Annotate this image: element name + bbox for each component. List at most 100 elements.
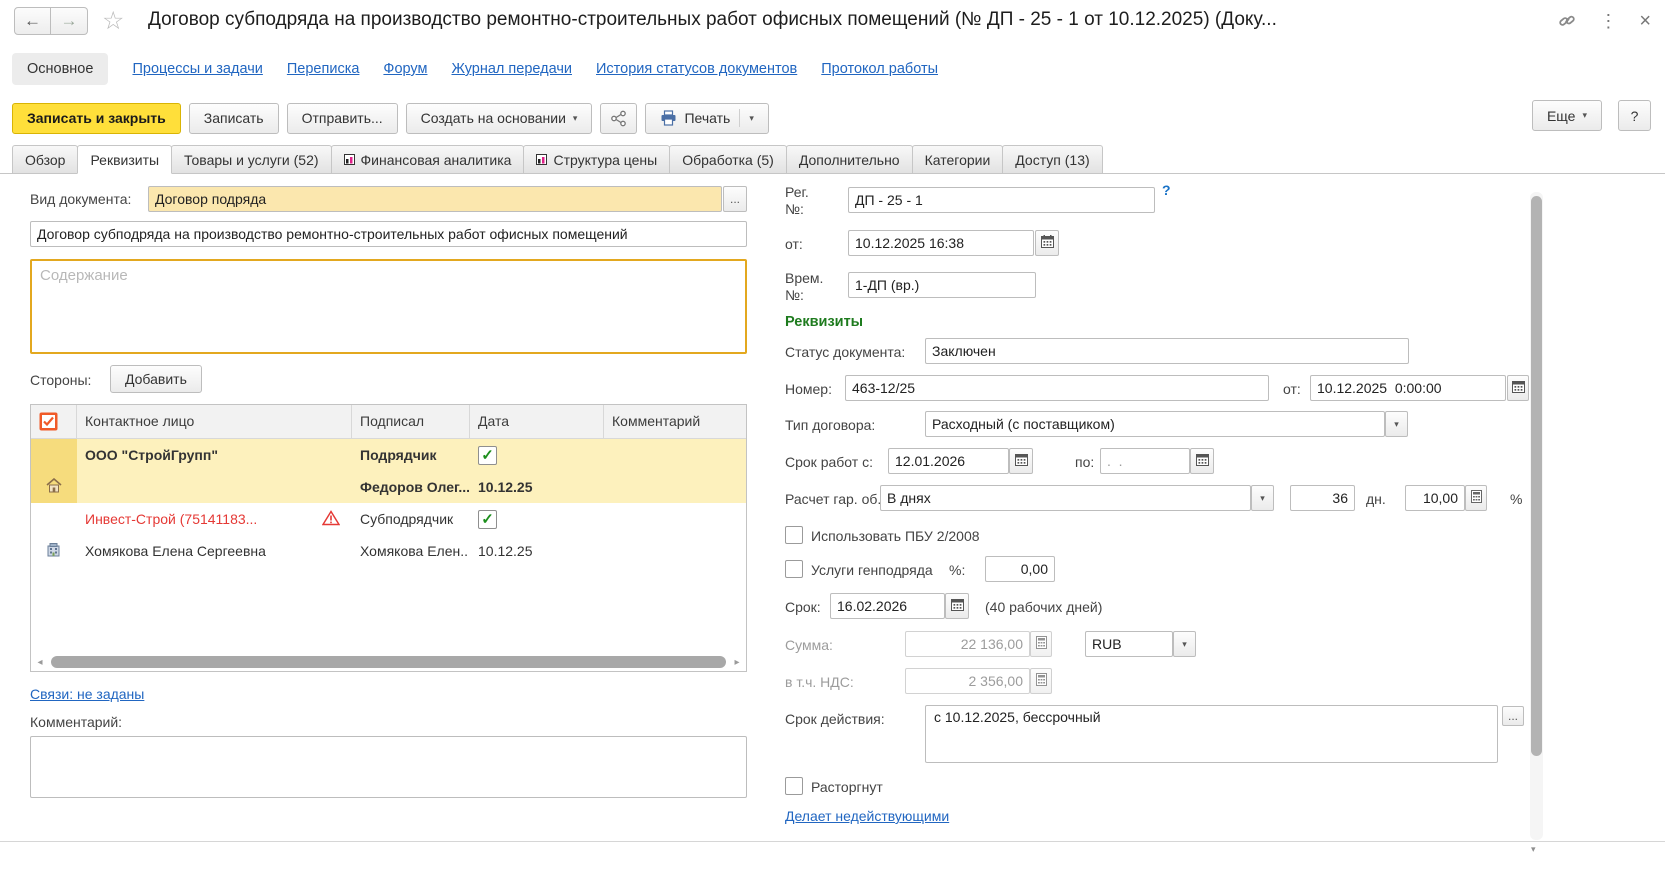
number-date-input[interactable] [1310, 375, 1506, 401]
share-button[interactable] [600, 103, 637, 134]
signed-checkbox[interactable]: ✓ [478, 510, 497, 529]
table-row[interactable]: ООО "СтройГрупп" Подрядчик ✓ [31, 439, 746, 471]
nav-item-main[interactable]: Основное [12, 53, 108, 85]
back-button[interactable]: ← [14, 7, 51, 35]
calendar-button[interactable] [1035, 230, 1059, 256]
warranty-mode-select[interactable] [880, 485, 1251, 511]
save-button[interactable]: Записать [189, 103, 279, 134]
table-row[interactable]: Хомякова Елена Сергеевна Хомякова Елен..… [31, 535, 746, 567]
nav-item-processes[interactable]: Процессы и задачи [132, 61, 262, 77]
temp-no-input[interactable] [848, 272, 1036, 298]
calendar-button[interactable] [945, 593, 969, 619]
parties-label: Стороны: [30, 372, 91, 388]
status-input[interactable] [925, 338, 1409, 364]
save-and-close-button[interactable]: Записать и закрыть [12, 103, 181, 134]
nav-item-forum[interactable]: Форум [383, 61, 427, 77]
scroll-left-icon[interactable]: ◂ [33, 657, 47, 668]
signed-checkbox[interactable]: ✓ [478, 446, 497, 465]
relations-link[interactable]: Связи: не заданы [30, 686, 144, 702]
scroll-right-icon[interactable]: ▸ [730, 657, 744, 668]
vat-input[interactable] [905, 668, 1030, 694]
add-party-button[interactable]: Добавить [110, 365, 202, 393]
date-cell: 10.12.25 [470, 535, 604, 567]
contact-cell [77, 471, 322, 503]
close-icon[interactable]: × [1639, 10, 1651, 32]
doc-kind-more-button[interactable]: ... [723, 186, 747, 212]
contract-type-select[interactable] [925, 411, 1385, 437]
calculator-button[interactable] [1030, 631, 1052, 657]
chevron-down-icon: ▾ [1182, 639, 1187, 650]
print-button[interactable]: Печать ▾ [645, 103, 768, 134]
currency-select[interactable] [1085, 631, 1173, 657]
nav-item-work-protocol[interactable]: Протокол работы [821, 61, 938, 77]
reg-no-input[interactable] [848, 187, 1155, 213]
pbu-checkbox-label[interactable]: Использовать ПБУ 2/2008 [811, 528, 980, 544]
help-button[interactable]: ? [1618, 100, 1651, 131]
column-header-date[interactable]: Дата [470, 405, 604, 439]
validity-more-button[interactable]: ... [1502, 706, 1524, 726]
invalidates-link[interactable]: Делает недействующими [785, 808, 949, 824]
calendar-icon [951, 598, 964, 614]
doc-name-input[interactable] [30, 221, 747, 247]
number-input[interactable] [845, 375, 1269, 401]
calendar-button[interactable] [1009, 448, 1033, 474]
tab-overview[interactable]: Обзор [12, 145, 78, 173]
send-button[interactable]: Отправить... [287, 103, 398, 134]
column-header-signer[interactable]: Подписал [352, 405, 470, 439]
table-row[interactable]: Инвест-Строй (75141183... Субподрядчик ✓ [31, 503, 746, 535]
terminated-checkbox[interactable] [785, 777, 803, 795]
favorite-star-icon[interactable]: ☆ [102, 6, 124, 36]
more-menu-icon[interactable]: ⋮ [1599, 10, 1617, 32]
nav-item-transfer-journal[interactable]: Журнал передачи [451, 61, 572, 77]
form-tabs: Обзор Реквизиты Товары и услуги (52) Фин… [0, 145, 1665, 174]
calculator-button[interactable] [1465, 485, 1487, 511]
gen-contract-checkbox[interactable] [785, 560, 803, 578]
warranty-days-input[interactable] [1290, 485, 1355, 511]
more-actions-button[interactable]: Еще ▾ [1532, 100, 1602, 131]
dropdown-button[interactable]: ▾ [1173, 631, 1196, 657]
dropdown-button[interactable]: ▾ [1251, 485, 1274, 511]
tab-access[interactable]: Доступ (13) [1002, 145, 1102, 173]
tab-processing[interactable]: Обработка (5) [669, 145, 787, 173]
nav-item-correspondence[interactable]: Переписка [287, 61, 360, 77]
tab-categories[interactable]: Категории [912, 145, 1004, 173]
terminated-checkbox-label[interactable]: Расторгнут [811, 779, 883, 795]
comment-textarea[interactable] [30, 736, 747, 798]
create-based-on-button[interactable]: Создать на основании ▾ [406, 103, 593, 134]
help-question-icon[interactable]: ? [1162, 182, 1171, 198]
validity-textarea[interactable]: с 10.12.2025, бессрочный [925, 705, 1498, 763]
calendar-button[interactable] [1190, 448, 1214, 474]
calculator-button[interactable] [1030, 668, 1052, 694]
tab-additional[interactable]: Дополнительно [786, 145, 913, 173]
tab-goods-services[interactable]: Товары и услуги (52) [171, 145, 331, 173]
amount-label: Сумма: [785, 637, 833, 653]
gen-contract-percent-input[interactable] [985, 556, 1055, 582]
gen-contract-label[interactable]: Услуги генподряда [811, 562, 933, 578]
calculator-icon [1471, 490, 1482, 506]
scrollbar-thumb[interactable] [51, 656, 726, 668]
reg-date-input[interactable] [848, 230, 1034, 256]
table-horizontal-scrollbar[interactable]: ◂ ▸ [33, 655, 744, 669]
history-buttons: ← → [14, 7, 88, 35]
work-from-input[interactable] [888, 448, 1009, 474]
table-row[interactable]: Федоров Олег... 10.12.25 [31, 471, 746, 503]
tab-financial-analytics[interactable]: Финансовая аналитика [331, 145, 525, 173]
amount-input[interactable] [905, 631, 1030, 657]
dropdown-button[interactable]: ▾ [1385, 411, 1408, 437]
tab-price-structure[interactable]: Структура цены [523, 145, 670, 173]
content-textarea[interactable] [30, 259, 747, 354]
column-header-contact[interactable]: Контактное лицо [77, 405, 352, 439]
scrollbar-thumb[interactable] [1531, 196, 1542, 756]
doc-kind-input[interactable] [148, 186, 722, 212]
warranty-percent-input[interactable] [1405, 485, 1465, 511]
scroll-down-icon[interactable]: ▾ [1531, 844, 1536, 855]
form-vertical-scrollbar[interactable] [1530, 192, 1543, 840]
get-link-icon[interactable] [1557, 11, 1577, 31]
tab-requisites[interactable]: Реквизиты [77, 145, 172, 174]
work-to-input[interactable] [1100, 448, 1190, 474]
nav-item-status-history[interactable]: История статусов документов [596, 61, 797, 77]
pbu-checkbox[interactable] [785, 526, 803, 544]
calendar-button[interactable] [1507, 375, 1529, 401]
forward-button[interactable]: → [51, 7, 88, 35]
term-input[interactable] [830, 593, 945, 619]
